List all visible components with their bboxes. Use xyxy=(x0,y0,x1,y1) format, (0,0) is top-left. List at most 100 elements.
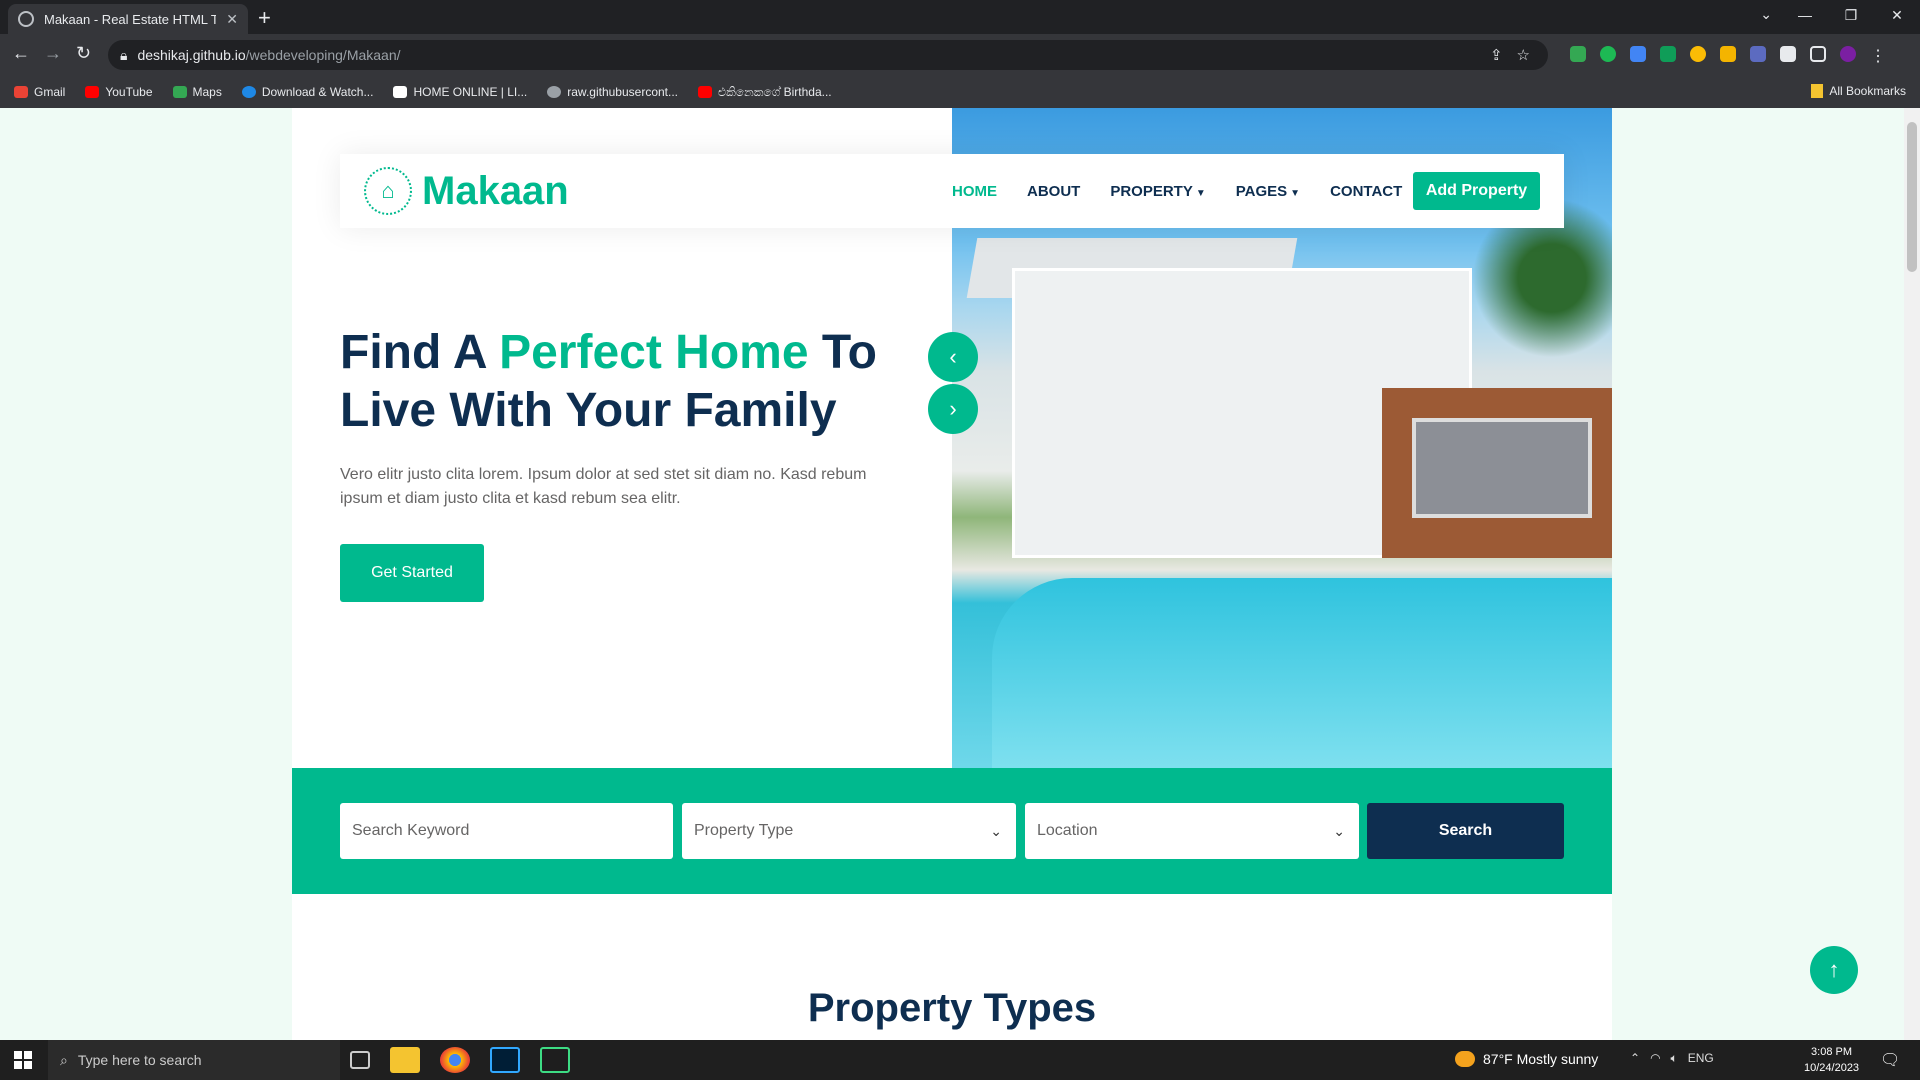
nav-pages[interactable]: PAGES ▼ xyxy=(1236,183,1300,200)
windows-taskbar: ⌕ Type here to search 87°F Mostly sunny … xyxy=(0,1040,1920,1080)
maps-icon xyxy=(172,86,187,98)
tab-search-icon[interactable]: ⌄ xyxy=(1760,6,1772,23)
chevron-right-icon: › xyxy=(949,396,957,421)
hero-headline: Find A Perfect Home To Live With Your Fa… xyxy=(340,326,877,437)
page-icon xyxy=(393,86,408,98)
hero-lead-text: Vero elitr justo clita lorem. Ipsum dolo… xyxy=(340,466,867,507)
youtube-icon xyxy=(698,86,712,98)
taskbar-apps xyxy=(350,1040,570,1080)
puzzle-icon[interactable] xyxy=(1780,46,1796,62)
bookmark-raw-github[interactable]: raw.githubusercont... xyxy=(547,85,678,99)
bookmarks-bar: Gmail YouTube Maps Download & Watch... H… xyxy=(0,76,1920,108)
language-indicator[interactable]: ENG xyxy=(1688,1051,1714,1066)
weather-widget[interactable]: 87°F Mostly sunny xyxy=(1455,1051,1598,1067)
chevron-up-icon[interactable]: ⌃ xyxy=(1630,1051,1640,1066)
notification-icon[interactable]: 🗨︎ xyxy=(1880,1050,1900,1070)
location-select[interactable]: Location ⌄ xyxy=(1025,803,1359,859)
bookmark-download-watch[interactable]: Download & Watch... xyxy=(241,85,373,99)
language-extension-icon[interactable] xyxy=(1750,46,1766,62)
extensions-area: ⋮ xyxy=(1570,46,1886,65)
play-extension-icon[interactable] xyxy=(1690,46,1706,62)
share-icon[interactable]: ⇪ xyxy=(1490,46,1503,64)
chrome-icon[interactable] xyxy=(440,1047,470,1073)
bookmark-birthday[interactable]: එකිනෙකගේ Birthda... xyxy=(698,85,832,100)
reload-icon[interactable]: ↻ xyxy=(76,43,91,64)
close-tab-icon[interactable]: ✕ xyxy=(226,11,238,28)
sidepanel-icon[interactable] xyxy=(1810,46,1826,62)
new-tab-button[interactable]: + xyxy=(258,5,271,31)
arrow-up-icon: ↑ xyxy=(1828,957,1840,982)
globe-icon xyxy=(18,11,34,27)
logo-icon[interactable]: ⌂ xyxy=(364,167,412,215)
main-menu: HOME ABOUT PROPERTY ▼ PAGES ▼ CONTACT xyxy=(952,154,1402,228)
nav-home[interactable]: HOME xyxy=(952,183,997,200)
search-keyword-input[interactable]: Search Keyword xyxy=(340,803,673,859)
chevron-down-icon: ⌄ xyxy=(990,822,1002,839)
chevron-down-icon: ⌄ xyxy=(1333,822,1345,839)
volume-icon[interactable]: 🔈︎ xyxy=(1671,1051,1678,1066)
get-started-button[interactable]: Get Started xyxy=(340,544,484,602)
youtube-icon xyxy=(85,86,100,98)
back-icon[interactable]: ← xyxy=(12,43,30,64)
forward-icon[interactable]: → xyxy=(44,43,62,64)
shield-extension-icon[interactable] xyxy=(1570,46,1586,62)
window-controls: — ❐ ✕ xyxy=(1782,0,1920,30)
gmail-icon xyxy=(14,86,28,98)
page-viewport: ⌂ Makaan HOME ABOUT PROPERTY ▼ PAGES ▼ CON… xyxy=(0,108,1920,1040)
logo-text[interactable]: Makaan xyxy=(422,169,569,214)
property-type-select[interactable]: Property Type ⌄ xyxy=(682,803,1016,859)
chevron-down-icon: ▼ xyxy=(1290,187,1301,199)
file-explorer-icon[interactable] xyxy=(390,1047,420,1073)
add-property-button[interactable]: Add Property xyxy=(1413,172,1540,210)
menu-kebab-icon[interactable]: ⋮ xyxy=(1870,46,1886,65)
photoshop-icon[interactable] xyxy=(490,1047,520,1073)
play-circle-icon xyxy=(241,86,256,98)
circle-extension-icon[interactable] xyxy=(1600,46,1616,62)
minimize-icon[interactable]: — xyxy=(1782,0,1828,30)
translate-extension-icon[interactable] xyxy=(1630,46,1646,62)
profile-avatar[interactable] xyxy=(1840,46,1856,62)
all-bookmarks[interactable]: All Bookmarks xyxy=(1811,84,1906,98)
folder-icon xyxy=(1811,84,1824,98)
close-window-icon[interactable]: ✕ xyxy=(1874,0,1920,30)
browser-tab-strip: Makaan - Real Estate HTML Tem ✕ + ⌄ — ❐ … xyxy=(0,0,1920,34)
star-icon[interactable]: ☆ xyxy=(1517,46,1530,64)
back-to-top-button[interactable]: ↑ xyxy=(1810,946,1858,994)
download-extension-icon[interactable] xyxy=(1660,46,1676,62)
browser-tab[interactable]: Makaan - Real Estate HTML Tem ✕ xyxy=(8,4,248,34)
chevron-left-icon: ‹ xyxy=(949,344,957,369)
weather-sun-cloud-icon xyxy=(1455,1051,1475,1067)
url-path: /webdeveloping/Makaan/ xyxy=(245,47,401,63)
page-scrollbar[interactable] xyxy=(1904,108,1920,1040)
address-bar[interactable]: 🔒︎ deshikaj.github.io/webdeveloping/Maka… xyxy=(108,40,1548,70)
bookmark-youtube[interactable]: YouTube xyxy=(85,85,153,99)
search-band: Search Keyword Property Type ⌄ Location ⌄ … xyxy=(292,768,1612,894)
system-tray: ⌃ ◠ 🔈︎ ENG xyxy=(1630,1051,1714,1066)
taskbar-clock[interactable]: 3:08 PM 10/24/2023 xyxy=(1804,1044,1859,1076)
restore-icon[interactable]: ❐ xyxy=(1828,0,1874,30)
site-navbar: ⌂ Makaan HOME ABOUT PROPERTY ▼ PAGES ▼ CON… xyxy=(340,154,1564,228)
clipboard-extension-icon[interactable] xyxy=(1720,46,1736,62)
carousel-prev-button[interactable]: ‹ xyxy=(928,332,978,382)
search-button[interactable]: Search xyxy=(1367,803,1564,859)
lock-icon: 🔒︎ xyxy=(120,46,128,63)
nav-contact[interactable]: CONTACT xyxy=(1330,183,1402,200)
android-studio-icon[interactable] xyxy=(540,1047,570,1073)
bookmark-gmail[interactable]: Gmail xyxy=(14,85,65,99)
section-title: Property Types xyxy=(807,986,1097,1030)
globe-icon xyxy=(547,86,562,98)
network-icon[interactable]: ◠ xyxy=(1650,1051,1660,1066)
scrollbar-thumb[interactable] xyxy=(1907,122,1917,272)
windows-start-icon[interactable] xyxy=(14,1051,32,1069)
nav-about[interactable]: ABOUT xyxy=(1027,183,1080,200)
tab-title: Makaan - Real Estate HTML Tem xyxy=(44,11,217,27)
page-container: ⌂ Makaan HOME ABOUT PROPERTY ▼ PAGES ▼ CON… xyxy=(292,108,1612,1040)
carousel-next-button[interactable]: › xyxy=(928,384,978,434)
chevron-down-icon: ▼ xyxy=(1195,187,1206,199)
bookmark-maps[interactable]: Maps xyxy=(172,85,222,99)
taskbar-search-box[interactable]: ⌕ Type here to search xyxy=(48,1040,340,1080)
nav-property[interactable]: PROPERTY ▼ xyxy=(1110,183,1205,200)
bookmark-home-online[interactable]: HOME ONLINE | LI... xyxy=(393,85,527,99)
task-view-icon[interactable] xyxy=(350,1051,370,1069)
search-icon: ⌕ xyxy=(60,1051,68,1068)
